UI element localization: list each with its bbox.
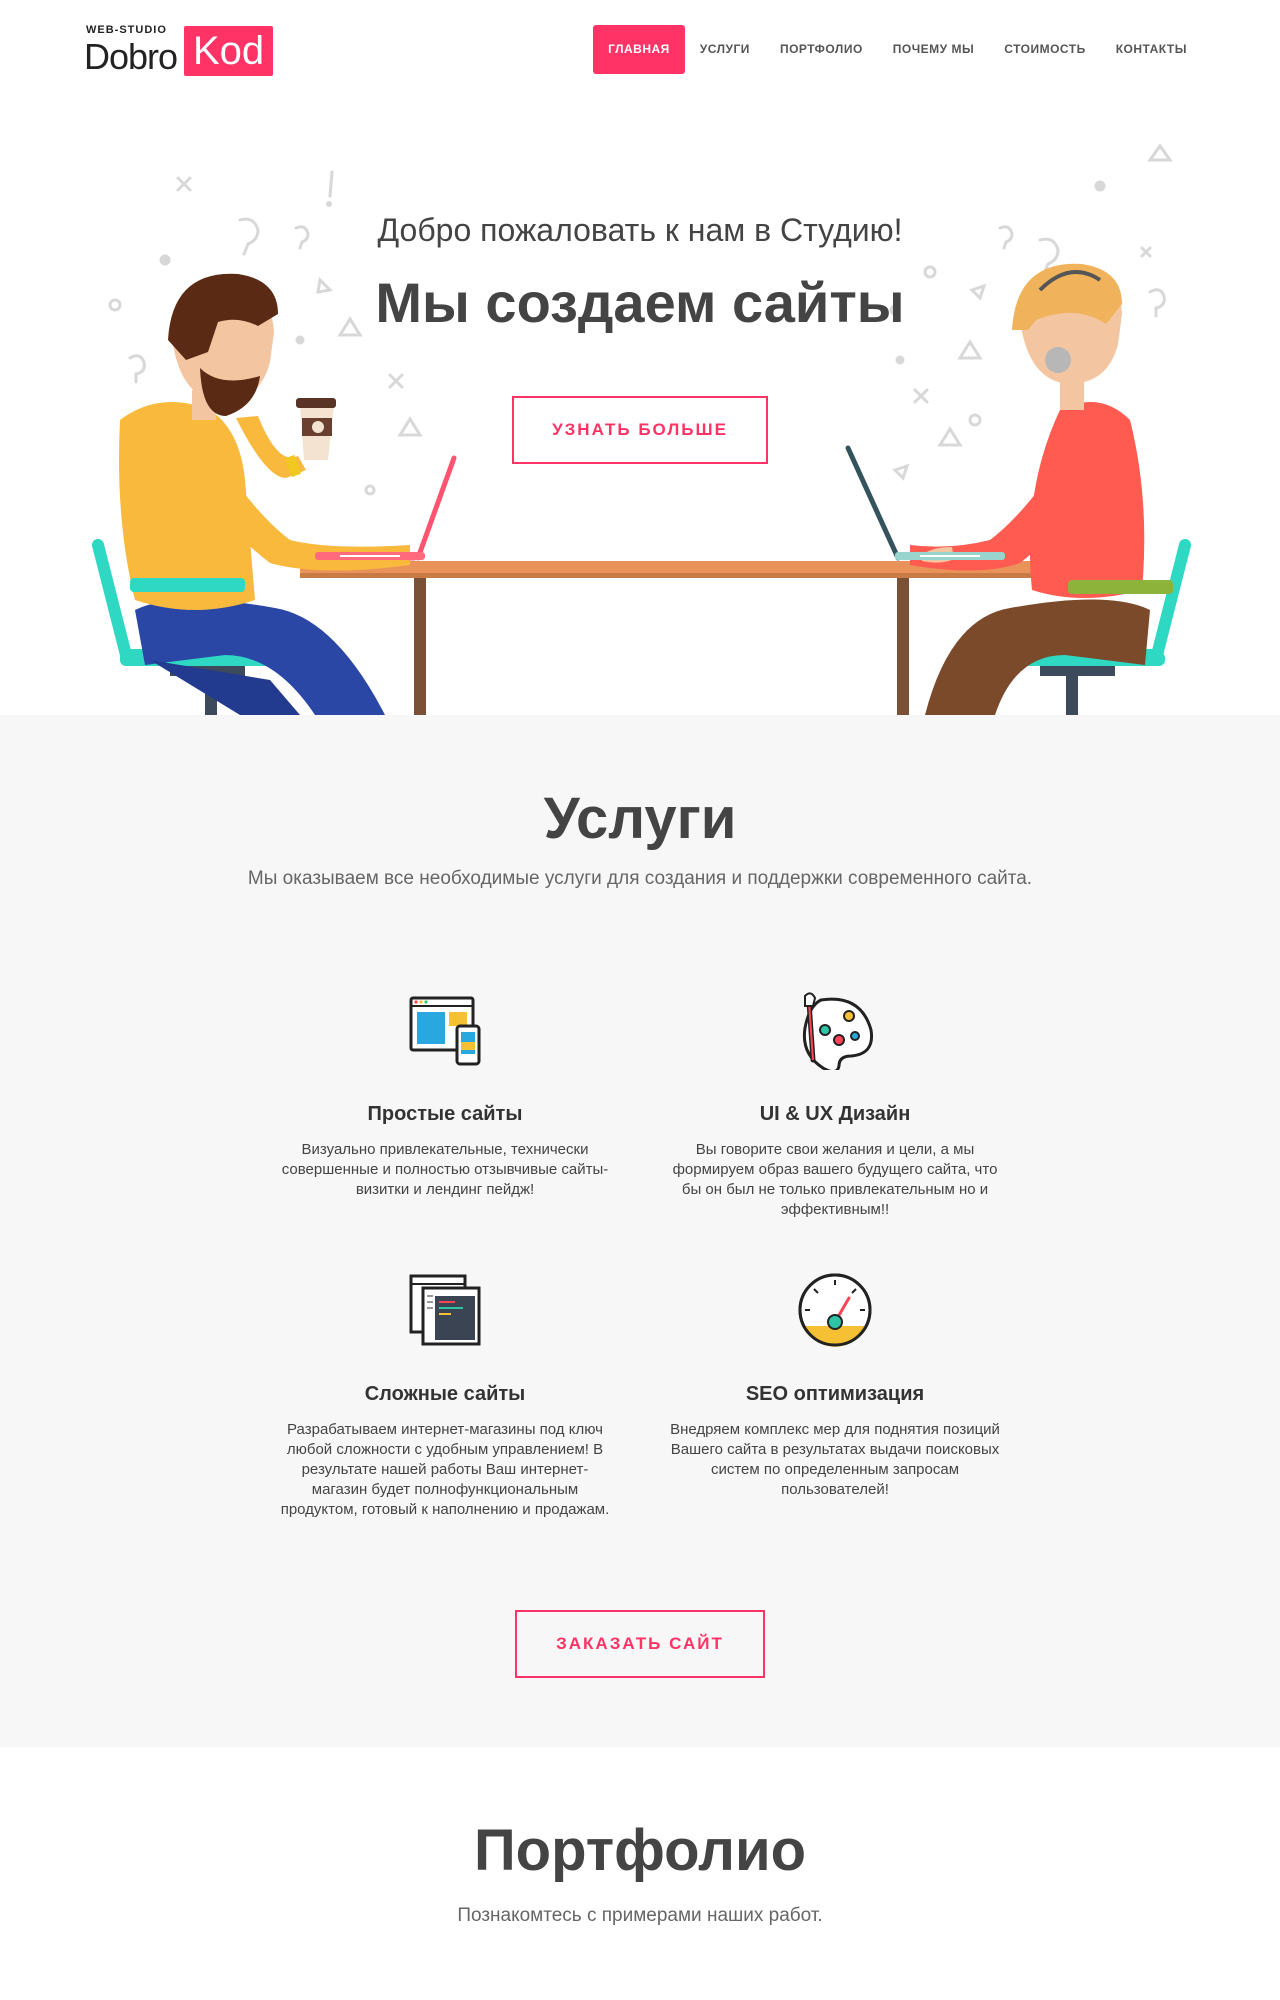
- service-name: UI & UX Дизайн: [759, 1103, 911, 1125]
- desk-illustration: [300, 561, 1035, 715]
- site-header: WEB-STUDIO Dobro Kod ГЛАВНАЯ УСЛУГИ ПОРТ…: [0, 0, 1280, 100]
- service-card: UI & UX Дизайн Вы говорите свои желания …: [670, 990, 1000, 1220]
- portfolio-lead: Познакомтесь с примерами наших работ.: [457, 1905, 823, 1926]
- service-card: SEO оптимизация Внедряем комплекс мер дл…: [670, 1270, 1000, 1500]
- hero-section: Добро пожаловать к нам в Студию! Мы созд…: [0, 100, 1280, 715]
- service-description: Разрабатываем интернет-магазины под ключ…: [280, 1421, 610, 1518]
- services-lead: Мы оказываем все необходимые услуги для …: [247, 868, 1033, 889]
- nav-item-home[interactable]: ГЛАВНАЯ: [593, 25, 685, 74]
- responsive-devices-icon: [409, 996, 481, 1066]
- left-person-illustration: [92, 273, 457, 715]
- service-description: Вы говорите свои желания и цели, а мы фо…: [672, 1141, 998, 1218]
- nav-item-why-us[interactable]: ПОЧЕМУ МЫ: [878, 25, 989, 74]
- nav-item-portfolio[interactable]: ПОРТФОЛИО: [765, 25, 878, 74]
- services-title: Услуги: [543, 786, 737, 851]
- service-name: Сложные сайты: [364, 1383, 526, 1405]
- service-description: Визуально привлекательные, технически со…: [281, 1141, 609, 1198]
- service-description: Внедряем комплекс мер для поднятия позиц…: [670, 1421, 1000, 1498]
- services-section: Услуги Мы оказываем все необходимые услу…: [0, 715, 1280, 1747]
- service-card: Сложные сайты Разрабатываем интернет-маг…: [280, 1270, 610, 1520]
- nav-item-services[interactable]: УСЛУГИ: [685, 25, 765, 74]
- hero-title: Мы создаем сайты: [375, 271, 905, 334]
- main-nav: ГЛАВНАЯ УСЛУГИ ПОРТФОЛИО ПОЧЕМУ МЫ СТОИМ…: [593, 25, 1202, 74]
- portfolio-section: Портфолио Познакомтесь с примерами наших…: [0, 1747, 1280, 2000]
- service-name: SEO оптимизация: [745, 1383, 925, 1405]
- service-name: Простые сайты: [367, 1103, 523, 1125]
- order-site-button[interactable]: ЗАКАЗАТЬ САЙТ: [515, 1610, 765, 1678]
- portfolio-title: Портфолио: [473, 1818, 807, 1883]
- code-window-icon: [409, 1274, 481, 1346]
- logo[interactable]: WEB-STUDIO Dobro Kod: [84, 22, 274, 78]
- speedometer-icon: [798, 1273, 872, 1347]
- nav-item-contacts[interactable]: КОНТАКТЫ: [1101, 25, 1202, 74]
- learn-more-button[interactable]: УЗНАТЬ БОЛЬШЕ: [512, 396, 768, 464]
- nav-item-pricing[interactable]: СТОИМОСТЬ: [989, 25, 1101, 74]
- paint-palette-icon: [802, 992, 874, 1073]
- hero-subtitle: Добро пожаловать к нам в Студию!: [377, 212, 903, 248]
- logo-accent-text: Kod: [184, 26, 274, 76]
- service-card: Простые сайты Визуально привлекательные,…: [280, 990, 610, 1200]
- logo-main-text: Dobro: [84, 36, 178, 77]
